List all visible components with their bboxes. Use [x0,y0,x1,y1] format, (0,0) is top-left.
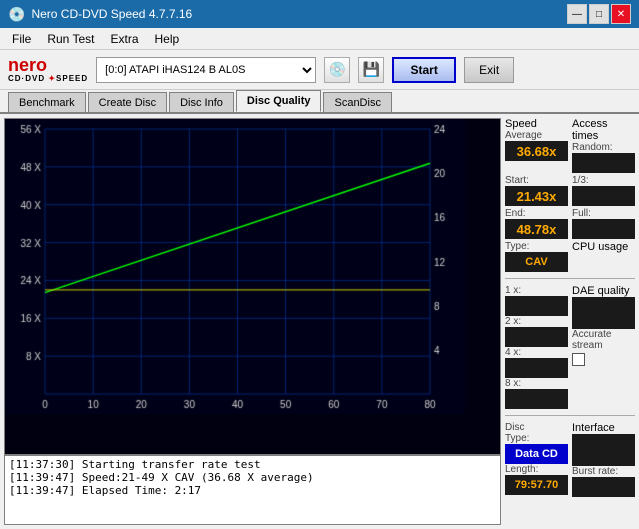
average-label: Average [505,130,568,141]
menu-bar: File Run Test Extra Help [0,28,639,50]
chart-container [4,118,501,455]
dae-label: DAE quality [572,285,635,297]
dae-col: DAE quality Accurate stream [572,285,635,409]
chart-area: [11:37:30] Starting transfer rate test [… [4,118,501,525]
cpu-x2-label: 2 x: [505,316,568,327]
cpu-dae-row: 1 x: 2 x: 4 x: 8 x: DAE quality Accurate… [505,285,635,409]
tab-scan-disc[interactable]: ScanDisc [323,92,391,112]
main-content: [11:37:30] Starting transfer rate test [… [0,114,639,529]
title-bar-left: 💿 Nero CD-DVD Speed 4.7.7.16 [8,6,192,23]
maximize-button[interactable]: □ [589,4,609,24]
exit-button[interactable]: Exit [464,57,514,83]
start-button[interactable]: Start [392,57,456,83]
burst-rate-value [572,477,635,497]
close-button[interactable]: ✕ [611,4,631,24]
log-row-2: [11:39:47] Speed:21-49 X CAV (36.68 X av… [9,471,496,484]
disc-length-value: 79:57.70 [505,475,568,495]
disc-type-col: Disc Type: Data CD Length: 79:57.70 [505,422,568,497]
menu-run-test[interactable]: Run Test [39,30,102,48]
cpu-x2-value [505,327,568,347]
log-row-3: [11:39:47] Elapsed Time: 2:17 [9,484,496,497]
app-icon: 💿 [8,6,25,23]
cpu-x8-label: 8 x: [505,378,568,389]
burst-rate-label: Burst rate: [572,466,635,477]
full-value [572,219,635,239]
disc-length-label: Length: [505,464,568,475]
cd-dvd-speed-text: CD·DVD ✦SPEED [8,74,88,83]
random-label: Random: [572,142,635,153]
accurate-stream-label2: stream [572,340,635,351]
cpu-x1-label: 1 x: [505,285,568,296]
type-value: CAV [505,252,568,272]
cpu-x4-label: 4 x: [505,347,568,358]
menu-file[interactable]: File [4,30,39,48]
end-value: 48.78x [505,219,568,239]
speed-section: Speed Average 36.68x Access times Random… [505,118,635,272]
speed-row3: End: 48.78x Full: [505,208,635,239]
full-label: Full: [572,208,635,219]
nero-logo: nero CD·DVD ✦SPEED [8,56,88,83]
save-icon-button[interactable]: 💾 [358,57,384,83]
start-col: Start: 21.43x [505,175,568,206]
nero-brand-text: nero [8,56,47,74]
disc-type-header: Disc [505,422,568,433]
interface-value [572,434,635,466]
tabs-bar: Benchmark Create Disc Disc Info Disc Qua… [0,90,639,114]
end-label: End: [505,208,568,219]
toolbar: nero CD·DVD ✦SPEED [0:0] ATAPI iHAS124 B… [0,50,639,90]
disc-type-label: Type: [505,433,568,444]
minimize-button[interactable]: — [567,4,587,24]
interface-col: Interface Burst rate: [572,422,635,497]
random-value [572,153,635,173]
accurate-stream-checkbox[interactable] [572,353,585,366]
onethird-label: 1/3: [572,175,635,186]
speed-row4: Type: CAV CPU usage [505,241,635,272]
speed-label: Speed [505,118,568,130]
drive-selector[interactable]: [0:0] ATAPI iHAS124 B AL0S [96,57,316,83]
divider-2 [505,415,635,416]
cpu-x4-value [505,358,568,378]
speed-label-col: Speed Average 36.68x [505,118,568,173]
dae-value [572,297,635,329]
divider-1 [505,278,635,279]
onethird-value [572,186,635,206]
access-times-col: Access times Random: [572,118,635,173]
tab-benchmark[interactable]: Benchmark [8,92,86,112]
cpu-usage-col: CPU usage [572,241,635,272]
right-panel: Speed Average 36.68x Access times Random… [505,118,635,525]
menu-extra[interactable]: Extra [102,30,146,48]
tab-disc-info[interactable]: Disc Info [169,92,234,112]
cpu-x8-value [505,389,568,409]
cpu-x1-value [505,296,568,316]
type-col: Type: CAV [505,241,568,272]
cpu-usage-label: CPU usage [572,241,635,253]
title-bar-controls: — □ ✕ [567,4,631,24]
tab-create-disc[interactable]: Create Disc [88,92,167,112]
start-value: 21.43x [505,186,568,206]
full-col: Full: [572,208,635,239]
tab-disc-quality[interactable]: Disc Quality [236,90,322,112]
speed-row2: Start: 21.43x 1/3: [505,175,635,206]
app-title: Nero CD-DVD Speed 4.7.7.16 [31,7,192,21]
disc-interface-row: Disc Type: Data CD Length: 79:57.70 Inte… [505,422,635,497]
interface-label: Interface [572,422,635,434]
accurate-stream-row [572,353,635,366]
disc-icon-button[interactable]: 💿 [324,57,350,83]
access-times-label: Access times [572,118,635,142]
type-label: Type: [505,241,568,252]
accurate-stream-label1: Accurate [572,329,635,340]
speed-header: Speed Average 36.68x Access times Random… [505,118,635,173]
disc-type-value: Data CD [505,444,568,464]
end-col: End: 48.78x [505,208,568,239]
title-bar: 💿 Nero CD-DVD Speed 4.7.7.16 — □ ✕ [0,0,639,28]
log-area[interactable]: [11:37:30] Starting transfer rate test [… [4,455,501,525]
onethird-col: 1/3: [572,175,635,206]
menu-help[interactable]: Help [147,30,188,48]
start-label: Start: [505,175,568,186]
log-row-1: [11:37:30] Starting transfer rate test [9,458,496,471]
average-value: 36.68x [505,141,568,161]
cpu-col: 1 x: 2 x: 4 x: 8 x: [505,285,568,409]
